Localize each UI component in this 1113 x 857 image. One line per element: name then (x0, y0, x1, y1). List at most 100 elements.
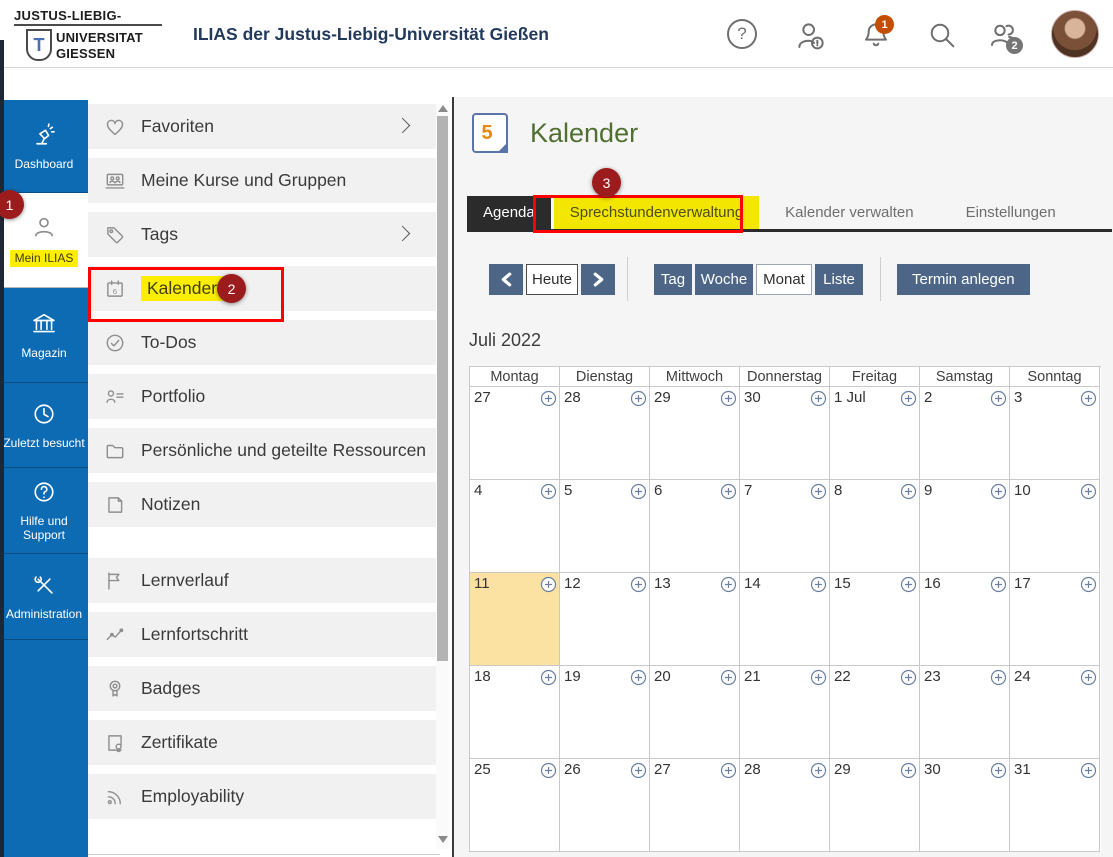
add-appointment-icon[interactable] (990, 669, 1007, 686)
sidebar-item-dashboard[interactable]: Dashboard (0, 100, 88, 193)
add-appointment-icon[interactable] (810, 390, 827, 407)
day-cell[interactable]: 29 (830, 759, 920, 852)
sidebar-item-zuletzt-besucht[interactable]: Zuletzt besucht (0, 383, 88, 468)
menu-item-ressourcen[interactable]: Persönliche und geteilte Ressourcen (88, 428, 436, 473)
sidebar-item-magazin[interactable]: Magazin (0, 288, 88, 383)
add-appointment-icon[interactable] (720, 669, 737, 686)
day-cell[interactable]: 1 Jul (830, 387, 920, 480)
add-appointment-icon[interactable] (720, 483, 737, 500)
day-cell[interactable]: 5 (560, 480, 650, 573)
add-appointment-icon[interactable] (720, 762, 737, 779)
day-cell[interactable]: 12 (560, 573, 650, 666)
add-appointment-icon[interactable] (900, 483, 917, 500)
day-cell[interactable]: 4 (470, 480, 560, 573)
scroll-down-icon[interactable] (438, 836, 448, 843)
day-cell[interactable]: 7 (740, 480, 830, 573)
add-appointment-icon[interactable] (1080, 669, 1097, 686)
add-appointment-icon[interactable] (540, 669, 557, 686)
university-logo[interactable]: JUSTUS-LIEBIG- T UNIVERSITAT GIESSEN (14, 8, 174, 63)
add-appointment-icon[interactable] (810, 762, 827, 779)
add-appointment-icon[interactable] (630, 669, 647, 686)
day-cell[interactable]: 25 (470, 759, 560, 852)
add-appointment-icon[interactable] (900, 762, 917, 779)
day-cell[interactable]: 6 (650, 480, 740, 573)
view-woche-button[interactable]: Woche (695, 263, 753, 295)
day-cell[interactable]: 11 (470, 573, 560, 666)
add-appointment-icon[interactable] (810, 483, 827, 500)
add-appointment-icon[interactable] (630, 576, 647, 593)
day-cell[interactable]: 15 (830, 573, 920, 666)
add-appointment-icon[interactable] (1080, 483, 1097, 500)
day-cell[interactable]: 23 (920, 666, 1010, 759)
contacts-icon[interactable]: 2 (988, 19, 1023, 54)
menu-item-meine-kurse[interactable]: Meine Kurse und Gruppen (88, 158, 436, 203)
add-appointment-icon[interactable] (720, 576, 737, 593)
scroll-up-icon[interactable] (438, 105, 448, 112)
add-appointment-icon[interactable] (540, 576, 557, 593)
add-appointment-icon[interactable] (1080, 576, 1097, 593)
day-cell[interactable]: 30 (920, 759, 1010, 852)
day-cell[interactable]: 14 (740, 573, 830, 666)
add-appointment-icon[interactable] (900, 576, 917, 593)
menu-item-todos[interactable]: To-Dos (88, 320, 436, 365)
day-cell[interactable]: 8 (830, 480, 920, 573)
add-appointment-icon[interactable] (1080, 390, 1097, 407)
add-appointment-icon[interactable] (540, 390, 557, 407)
day-cell[interactable]: 28 (560, 387, 650, 480)
day-cell[interactable]: 10 (1010, 480, 1100, 573)
menu-item-employability[interactable]: Employability (88, 774, 436, 819)
add-appointment-icon[interactable] (540, 762, 557, 779)
menu-item-portfolio[interactable]: Portfolio (88, 374, 436, 419)
view-monat-button[interactable]: Monat (756, 263, 812, 295)
day-cell[interactable]: 2 (920, 387, 1010, 480)
day-cell[interactable]: 17 (1010, 573, 1100, 666)
notifications-bell-icon[interactable]: 1 (860, 15, 894, 51)
tab-einstellungen[interactable]: Einstellungen (950, 196, 1072, 229)
menu-item-favoriten[interactable]: Favoriten (88, 104, 436, 149)
day-cell[interactable]: 28 (740, 759, 830, 852)
add-appointment-icon[interactable] (990, 762, 1007, 779)
view-liste-button[interactable]: Liste (815, 263, 863, 295)
next-month-button[interactable] (581, 263, 615, 295)
day-cell[interactable]: 9 (920, 480, 1010, 573)
day-cell[interactable]: 13 (650, 573, 740, 666)
user-avatar[interactable] (1051, 10, 1099, 58)
menu-item-lernfortschritt[interactable]: Lernfortschritt (88, 612, 436, 657)
day-cell[interactable]: 27 (650, 759, 740, 852)
awareness-user-icon[interactable] (794, 19, 826, 51)
menu-item-kalender[interactable]: 6 Kalender (88, 266, 436, 311)
scrollbar-thumb[interactable] (437, 116, 448, 661)
day-cell[interactable]: 21 (740, 666, 830, 759)
add-appointment-icon[interactable] (990, 390, 1007, 407)
day-cell[interactable]: 26 (560, 759, 650, 852)
day-cell[interactable]: 20 (650, 666, 740, 759)
add-appointment-icon[interactable] (630, 390, 647, 407)
day-cell[interactable]: 22 (830, 666, 920, 759)
menu-item-lernverlauf[interactable]: Lernverlauf (88, 558, 436, 603)
previous-month-button[interactable] (489, 263, 523, 295)
day-cell[interactable]: 3 (1010, 387, 1100, 480)
day-cell[interactable]: 19 (560, 666, 650, 759)
tab-kalender-verwalten[interactable]: Kalender verwalten (769, 196, 929, 229)
sidebar-item-hilfe-support[interactable]: Hilfe und Support (0, 468, 88, 554)
menu-item-badges[interactable]: Badges (88, 666, 436, 711)
add-appointment-icon[interactable] (630, 762, 647, 779)
help-icon[interactable]: ? (727, 19, 759, 51)
add-appointment-icon[interactable] (810, 576, 827, 593)
day-cell[interactable]: 18 (470, 666, 560, 759)
menu-scrollbar[interactable] (436, 104, 449, 849)
search-icon[interactable] (926, 19, 958, 51)
day-cell[interactable]: 31 (1010, 759, 1100, 852)
menu-item-tags[interactable]: Tags (88, 212, 436, 257)
add-appointment-icon[interactable] (1080, 762, 1097, 779)
add-appointment-icon[interactable] (630, 483, 647, 500)
create-appointment-button[interactable]: Termin anlegen (897, 263, 1030, 295)
add-appointment-icon[interactable] (810, 669, 827, 686)
day-cell[interactable]: 29 (650, 387, 740, 480)
add-appointment-icon[interactable] (540, 483, 557, 500)
menu-item-zertifikate[interactable]: Zertifikate (88, 720, 436, 765)
add-appointment-icon[interactable] (720, 390, 737, 407)
day-cell[interactable]: 24 (1010, 666, 1100, 759)
view-tag-button[interactable]: Tag (654, 263, 692, 295)
add-appointment-icon[interactable] (900, 669, 917, 686)
